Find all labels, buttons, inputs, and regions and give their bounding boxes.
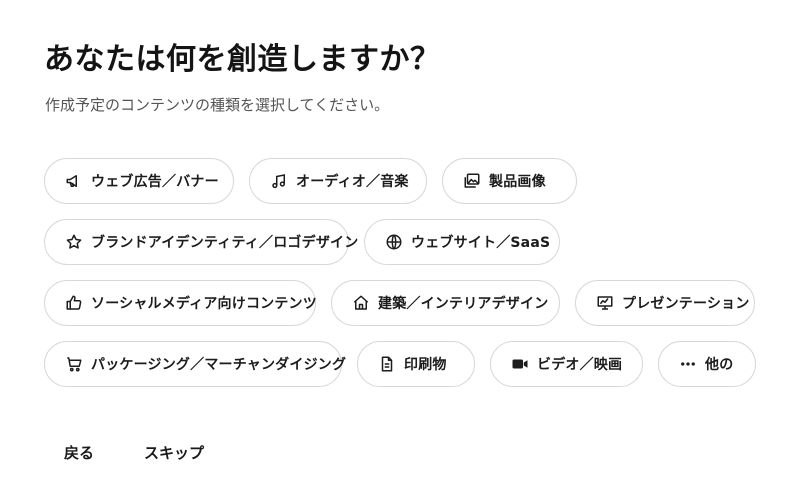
option-label: ウェブサイト／SaaS bbox=[411, 235, 551, 251]
house-icon bbox=[352, 294, 370, 312]
option-label: プレゼンテーション bbox=[622, 296, 750, 312]
option-label: ソーシャルメディア向けコンテンツ bbox=[91, 296, 317, 312]
option-label: ブランドアイデンティティ／ロゴデザイン bbox=[91, 235, 359, 251]
option-label: 他の bbox=[705, 357, 734, 373]
more-dots-icon bbox=[679, 355, 697, 373]
option-label: 印刷物 bbox=[404, 357, 447, 373]
option-architecture-interior[interactable]: 建築／インテリアデザイン bbox=[331, 280, 560, 326]
option-label: パッケージング／マーチャンダイジング bbox=[91, 357, 347, 373]
option-label: 製品画像 bbox=[489, 174, 546, 190]
cart-icon bbox=[65, 355, 83, 373]
option-print[interactable]: 印刷物 bbox=[357, 341, 475, 387]
megaphone-icon bbox=[65, 172, 83, 190]
thumbs-up-icon bbox=[65, 294, 83, 312]
presentation-icon bbox=[596, 294, 614, 312]
option-product-images[interactable]: 製品画像 bbox=[442, 158, 577, 204]
option-social-media-content[interactable]: ソーシャルメディア向けコンテンツ bbox=[44, 280, 317, 326]
option-audio-music[interactable]: オーディオ／音楽 bbox=[249, 158, 427, 204]
option-video-film[interactable]: ビデオ／映画 bbox=[490, 341, 643, 387]
option-website-saas[interactable]: ウェブサイト／SaaS bbox=[364, 219, 560, 265]
globe-icon bbox=[385, 233, 403, 251]
page-subtitle: 作成予定のコンテンツの種類を選択してください。 bbox=[45, 96, 390, 114]
option-label: ウェブ広告／バナー bbox=[91, 174, 219, 190]
option-label: ビデオ／映画 bbox=[537, 357, 623, 373]
page-title: あなたは何を創造しますか？ bbox=[44, 42, 441, 77]
option-brand-identity-logo[interactable]: ブランドアイデンティティ／ロゴデザイン bbox=[44, 219, 358, 265]
star-icon bbox=[65, 233, 83, 251]
image-icon bbox=[463, 172, 481, 190]
skip-button[interactable]: スキップ bbox=[138, 438, 210, 467]
option-label: 建築／インテリアデザイン bbox=[378, 296, 549, 312]
video-camera-icon bbox=[511, 355, 529, 373]
back-button[interactable]: 戻る bbox=[58, 438, 100, 467]
option-label: オーディオ／音楽 bbox=[296, 174, 409, 190]
document-icon bbox=[378, 355, 396, 373]
option-other[interactable]: 他の bbox=[658, 341, 756, 387]
option-packaging-merchandising[interactable]: パッケージング／マーチャンダイジング bbox=[44, 341, 346, 387]
music-note-icon bbox=[270, 172, 288, 190]
option-presentation[interactable]: プレゼンテーション bbox=[575, 280, 755, 326]
option-web-ads-banner[interactable]: ウェブ広告／バナー bbox=[44, 158, 234, 204]
